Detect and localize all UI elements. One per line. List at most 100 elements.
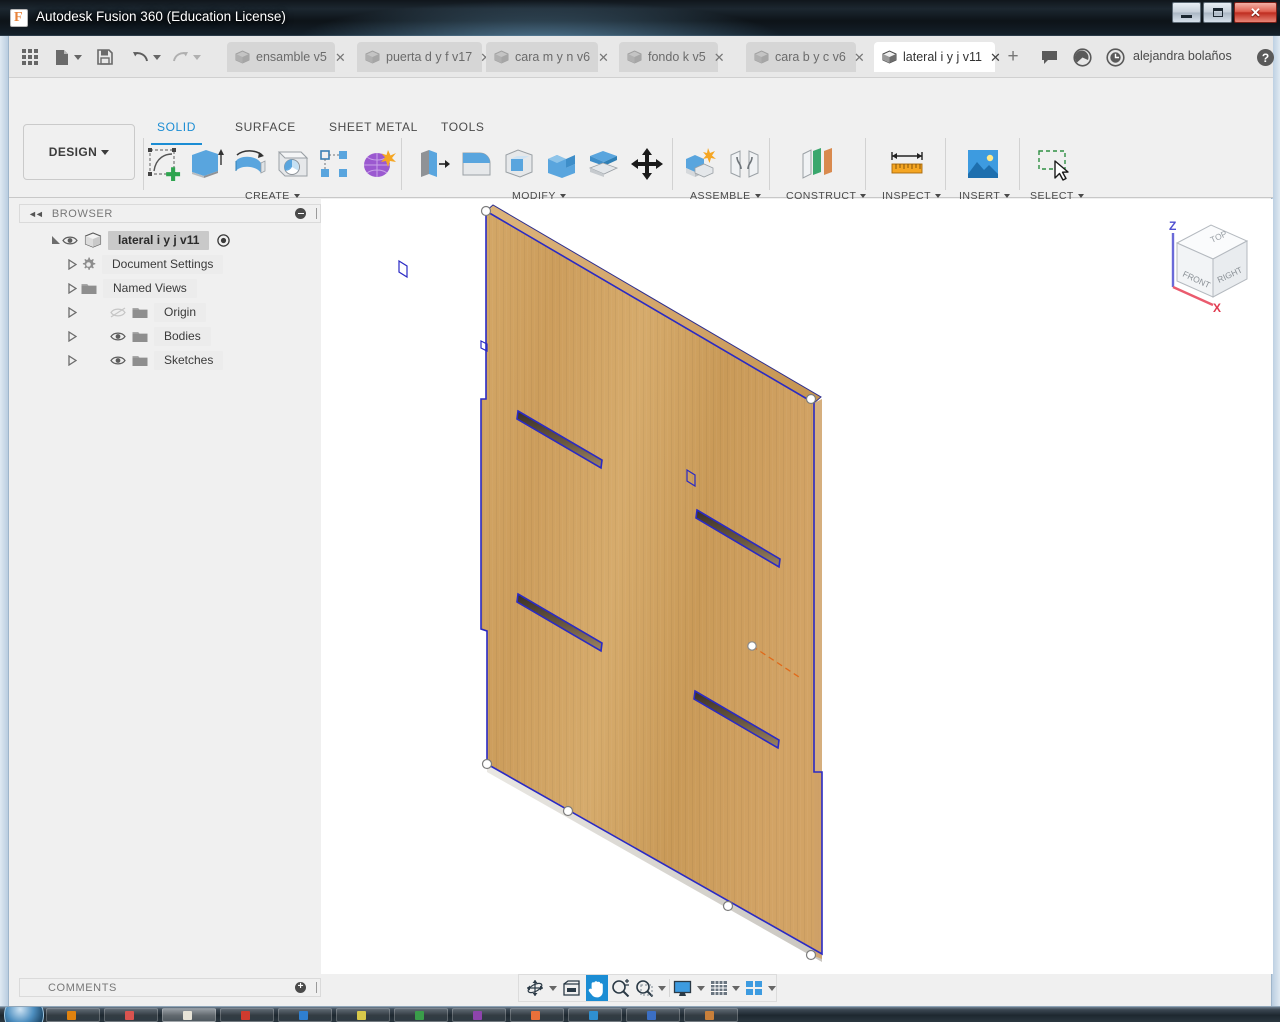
look-at-tool[interactable] (561, 975, 582, 1001)
fillet-button[interactable] (454, 142, 498, 186)
taskbar-item[interactable] (394, 1008, 448, 1022)
sweep-button[interactable] (271, 142, 315, 186)
display-settings[interactable] (673, 975, 693, 1001)
taskbar-item[interactable] (336, 1008, 390, 1022)
redo-button[interactable] (167, 44, 205, 70)
tree-expand-icon[interactable] (65, 353, 79, 367)
measure-button[interactable] (886, 142, 930, 186)
close-icon[interactable]: ✕ (598, 51, 609, 64)
press-pull-button[interactable] (411, 142, 455, 186)
workspace-switcher-button[interactable]: DESIGN (23, 124, 135, 180)
workspace-tab-sheet-metal[interactable]: SHEET METAL (329, 120, 418, 142)
insert-mcmaster-button[interactable] (961, 142, 1005, 186)
joint-button[interactable] (723, 142, 767, 186)
model-canvas[interactable]: Z X TOP FRONT RIGHT (321, 199, 1273, 974)
activate-component-icon[interactable] (217, 233, 231, 247)
grid-settings[interactable] (709, 975, 729, 1001)
data-panel-icon[interactable] (15, 44, 45, 70)
viewports[interactable] (744, 975, 764, 1001)
zoom-tool[interactable] (611, 975, 631, 1001)
taskbar-item[interactable] (684, 1008, 738, 1022)
close-icon[interactable]: ✕ (990, 51, 1001, 64)
tree-node[interactable]: Bodies (19, 324, 321, 348)
new-file-button[interactable] (49, 44, 87, 70)
tree-node-body[interactable]: Sketches (109, 350, 224, 370)
document-tab[interactable]: fondo k v5 ✕ (619, 42, 725, 72)
chevron-down-icon[interactable] (548, 985, 557, 991)
tree-node-body[interactable]: Named Views (81, 278, 197, 298)
comment-icon[interactable] (1037, 46, 1061, 68)
panel-resize-grip[interactable] (316, 982, 317, 993)
select-window-button[interactable] (1033, 142, 1077, 186)
taskbar-item[interactable] (104, 1008, 158, 1022)
tree-node[interactable]: Origin (19, 300, 321, 324)
close-icon[interactable]: ✕ (335, 51, 346, 64)
tree-expand-icon[interactable] (65, 281, 79, 295)
tree-node[interactable]: Document Settings (19, 252, 321, 276)
taskbar-item[interactable] (452, 1008, 506, 1022)
view-cube[interactable]: Z X TOP FRONT RIGHT (1155, 211, 1267, 315)
revolve-button[interactable] (228, 142, 272, 186)
eye-visible-icon[interactable] (109, 329, 126, 343)
split-face-button[interactable] (582, 142, 626, 186)
taskbar-item[interactable] (568, 1008, 622, 1022)
tree-node[interactable]: Named Views (19, 276, 321, 300)
chevron-down-icon[interactable] (768, 985, 777, 991)
close-icon[interactable]: ✕ (854, 51, 865, 64)
taskbar-item[interactable] (278, 1008, 332, 1022)
document-tab-active[interactable]: lateral i y j v11 ✕ (874, 42, 1001, 72)
eye-hidden-icon[interactable] (109, 305, 126, 319)
maximize-restore-button[interactable] (1203, 2, 1232, 23)
combine-button[interactable] (540, 142, 584, 186)
close-button[interactable]: ✕ (1234, 2, 1277, 23)
taskbar-item[interactable] (46, 1008, 100, 1022)
start-button[interactable] (4, 1007, 44, 1022)
new-component-button[interactable] (678, 142, 722, 186)
zoom-window-tool[interactable] (635, 975, 655, 1001)
document-tab[interactable]: cara b y c v6 ✕ (746, 42, 865, 72)
create-form-button[interactable] (356, 142, 400, 186)
taskbar-item[interactable] (220, 1008, 274, 1022)
tree-node-body[interactable]: Document Settings (81, 254, 224, 274)
chevron-down-icon[interactable] (732, 985, 741, 991)
workspace-tab-solid[interactable]: SOLID (150, 120, 203, 145)
browser-minimize-icon[interactable] (295, 208, 306, 219)
tree-expand-icon[interactable] (65, 329, 79, 343)
minimize-button[interactable] (1172, 2, 1201, 23)
collapse-panel-icon[interactable]: ◄◄ (28, 209, 44, 219)
document-tab[interactable]: ensamble v5 ✕ (227, 42, 346, 72)
taskbar-item[interactable] (626, 1008, 680, 1022)
recent-icon[interactable] (1103, 46, 1127, 68)
tree-node-body[interactable]: Bodies (109, 326, 211, 346)
extrude-button[interactable] (184, 142, 228, 186)
tree-node[interactable]: lateral i y j v11 (19, 228, 321, 252)
orbit-tool[interactable] (525, 975, 545, 1001)
tree-node-body[interactable]: Origin (109, 302, 207, 322)
document-tab[interactable]: cara m y n v6 ✕ (486, 42, 609, 72)
taskbar-item[interactable] (510, 1008, 564, 1022)
tree-node[interactable]: Sketches (19, 348, 321, 372)
undo-button[interactable] (127, 44, 165, 70)
create-panel-label[interactable]: CREATE (245, 190, 300, 202)
eye-visible-icon[interactable] (109, 353, 126, 367)
rectangular-pattern-button[interactable] (313, 142, 357, 186)
move-copy-button[interactable] (626, 142, 670, 186)
tree-expand-icon[interactable] (65, 305, 79, 319)
help-icon[interactable]: ? (1253, 46, 1277, 68)
comments-panel-header[interactable]: COMMENTS + (19, 978, 321, 997)
construct-plane-button[interactable] (797, 142, 841, 186)
pan-tool[interactable] (585, 975, 608, 1001)
taskbar-item[interactable] (162, 1008, 216, 1022)
user-account-name[interactable]: alejandra bolaños (1133, 49, 1232, 63)
chevron-down-icon[interactable] (696, 985, 705, 991)
new-tab-button[interactable]: + (1002, 44, 1024, 70)
workspace-tab-tools[interactable]: TOOLS (441, 120, 484, 142)
shell-button[interactable] (497, 142, 541, 186)
workspace-tab-surface[interactable]: SURFACE (235, 120, 296, 142)
tree-expand-icon[interactable] (65, 257, 79, 271)
document-tab[interactable]: puerta d y f v17✕ (357, 42, 491, 72)
add-comment-icon[interactable]: + (295, 982, 306, 993)
job-status-icon[interactable] (1070, 46, 1094, 68)
close-icon[interactable]: ✕ (714, 51, 725, 64)
save-button[interactable] (91, 44, 119, 70)
